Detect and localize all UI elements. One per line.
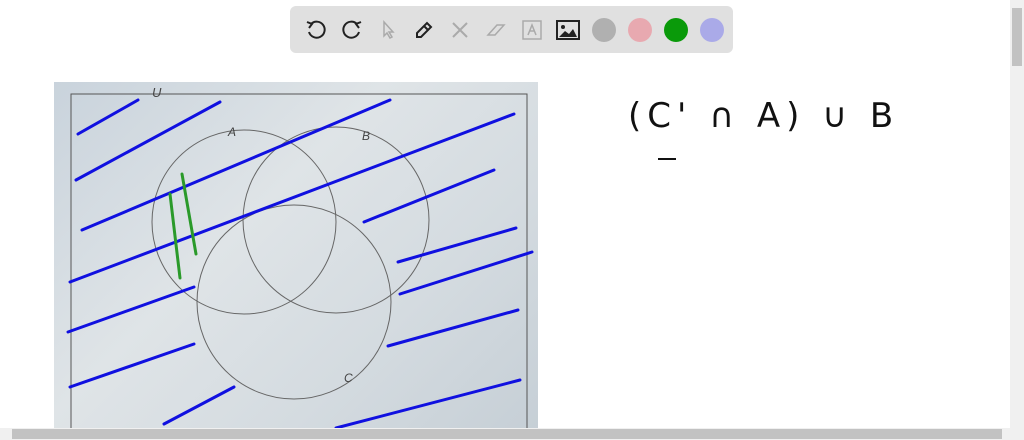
label-c: C: [344, 371, 353, 385]
undo-icon: [306, 20, 326, 39]
vertical-scrollbar[interactable]: [1010, 0, 1024, 428]
color-gray[interactable]: [586, 12, 622, 48]
color-lavender[interactable]: [694, 12, 730, 48]
drawing-toolbar: [290, 6, 733, 53]
redo-icon: [342, 20, 362, 39]
label-u: U: [152, 85, 162, 100]
pen-button[interactable]: [406, 12, 442, 48]
underline-mark: [658, 158, 676, 160]
color-pink[interactable]: [622, 12, 658, 48]
tools-icon: [452, 21, 468, 38]
venn-diagram-photo: U A B C: [54, 82, 538, 428]
vertical-scroll-thumb[interactable]: [1012, 8, 1022, 66]
redo-button[interactable]: [334, 12, 370, 48]
horizontal-scrollbar[interactable]: [0, 428, 1024, 440]
label-b: B: [362, 129, 370, 143]
handwritten-expression: (C' ∩ A) ∪ B: [628, 96, 900, 136]
cursor-icon: [383, 19, 395, 39]
image-icon: [556, 19, 580, 40]
eraser-icon: [486, 23, 506, 36]
tools-button[interactable]: [442, 12, 478, 48]
venn-diagram: U A B C: [66, 85, 534, 428]
pencil-icon: [416, 21, 433, 38]
label-a: A: [227, 125, 236, 139]
eraser-button[interactable]: [478, 12, 514, 48]
text-icon: [522, 19, 542, 40]
horizontal-scroll-thumb[interactable]: [12, 429, 1002, 439]
select-button[interactable]: [370, 12, 406, 48]
undo-button[interactable]: [298, 12, 334, 48]
color-green[interactable]: [658, 12, 694, 48]
text-button[interactable]: [514, 12, 550, 48]
image-button[interactable]: [550, 12, 586, 48]
